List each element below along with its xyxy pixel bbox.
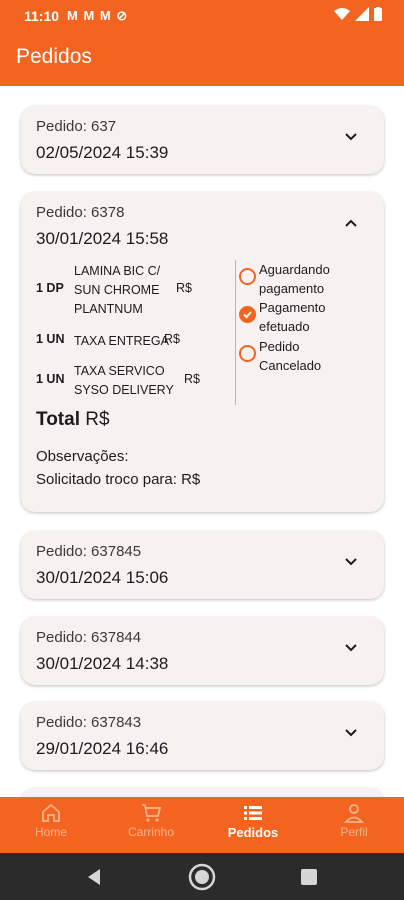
home-circle-icon[interactable] [188, 863, 216, 891]
home-icon [42, 803, 60, 822]
total-value: R$ [85, 409, 110, 430]
item-description: TAXA SERVICO SYSO DELIVERY [74, 364, 174, 397]
chevron-down-icon[interactable] [344, 130, 358, 144]
change-request: Solicitado troco para: R$ [36, 471, 201, 488]
item-price: R$ [176, 281, 192, 295]
list-icon [244, 806, 262, 820]
observations-label: Observações: [36, 448, 129, 465]
item-quantity: 1 UN [36, 372, 65, 386]
order-date: 30/01/2024 14:38 [36, 654, 169, 673]
nav-label: Carrinho [127, 825, 175, 839]
order-observations: Observações: Solicitado troco para: R$ [36, 445, 200, 491]
order-card[interactable] [21, 788, 384, 797]
order-number: Pedido: 637845 [36, 543, 142, 560]
nav-cart[interactable]: Carrinho [111, 803, 191, 839]
order-date: 30/01/2024 15:58 [36, 229, 169, 248]
order-card-expanded[interactable]: Pedido: 6378 30/01/2024 15:58 1 DP LAMIN… [21, 192, 384, 512]
order-date: 02/05/2024 15:39 [36, 143, 169, 162]
radio-unchecked-icon[interactable] [239, 268, 256, 285]
signal-icon [355, 7, 369, 21]
status-label: Pagamento efetuado [259, 300, 326, 334]
item-price: R$ [164, 332, 180, 346]
item-quantity: 1 DP [36, 281, 64, 295]
order-date: 29/01/2024 16:46 [36, 739, 169, 758]
back-icon[interactable] [86, 868, 102, 886]
battery-icon [374, 7, 382, 21]
cart-icon [142, 804, 162, 822]
item-quantity: 1 UN [36, 332, 65, 346]
orders-list[interactable]: Pedido: 637 02/05/2024 15:39 Pedido: 637… [0, 86, 404, 797]
order-number: Pedido: 6378 [36, 204, 125, 221]
status-label: Pedido Cancelado [259, 339, 322, 373]
bottom-navigation: Home Carrinho Pedidos Perfil [0, 797, 404, 853]
radio-unchecked-icon[interactable] [239, 345, 256, 362]
app-header: 11:10 M M M ⊘ Pedidos [0, 0, 404, 86]
order-card[interactable]: Pedido: 637843 29/01/2024 16:46 [21, 702, 384, 770]
nav-profile[interactable]: Perfil [314, 803, 394, 839]
nav-label: Perfil [340, 825, 368, 839]
status-label: Aguardando pagamento [259, 262, 330, 296]
status-bar: 11:10 M M M ⊘ [0, 0, 404, 32]
recents-icon[interactable] [301, 869, 317, 885]
order-date: 30/01/2024 15:06 [36, 568, 169, 587]
order-total: Total R$ [36, 409, 110, 431]
nav-label: Pedidos [227, 825, 279, 840]
nav-label: Home [34, 825, 67, 839]
chevron-up-icon[interactable] [344, 216, 358, 230]
wifi-icon [334, 8, 350, 20]
order-card[interactable]: Pedido: 637 02/05/2024 15:39 [21, 106, 384, 174]
order-card[interactable]: Pedido: 637844 30/01/2024 14:38 [21, 617, 384, 685]
chevron-down-icon[interactable] [344, 641, 358, 655]
order-number: Pedido: 637844 [36, 629, 142, 646]
nav-home[interactable]: Home [11, 803, 91, 839]
system-indicators [334, 7, 382, 21]
system-navigation-bar [0, 853, 404, 900]
order-number: Pedido: 637843 [36, 714, 142, 731]
chevron-down-icon[interactable] [344, 726, 358, 740]
order-card[interactable]: Pedido: 637845 30/01/2024 15:06 [21, 531, 384, 599]
item-description: LAMINA BIC C/ SUN CHROME PLANTNUM [74, 264, 161, 316]
order-number: Pedido: 637 [36, 118, 117, 135]
item-price: R$ [184, 372, 200, 386]
status-time: 11:10 [24, 8, 60, 24]
item-description: TAXA ENTREGA [74, 334, 169, 348]
nav-orders[interactable]: Pedidos [213, 803, 293, 840]
vertical-divider [235, 260, 236, 405]
page-title: Pedidos [16, 45, 92, 68]
person-icon [343, 804, 365, 823]
total-label: Total [36, 409, 80, 430]
notification-icons: M M M ⊘ [67, 8, 129, 23]
chevron-down-icon[interactable] [344, 555, 358, 569]
check-circle-icon[interactable] [239, 306, 256, 323]
